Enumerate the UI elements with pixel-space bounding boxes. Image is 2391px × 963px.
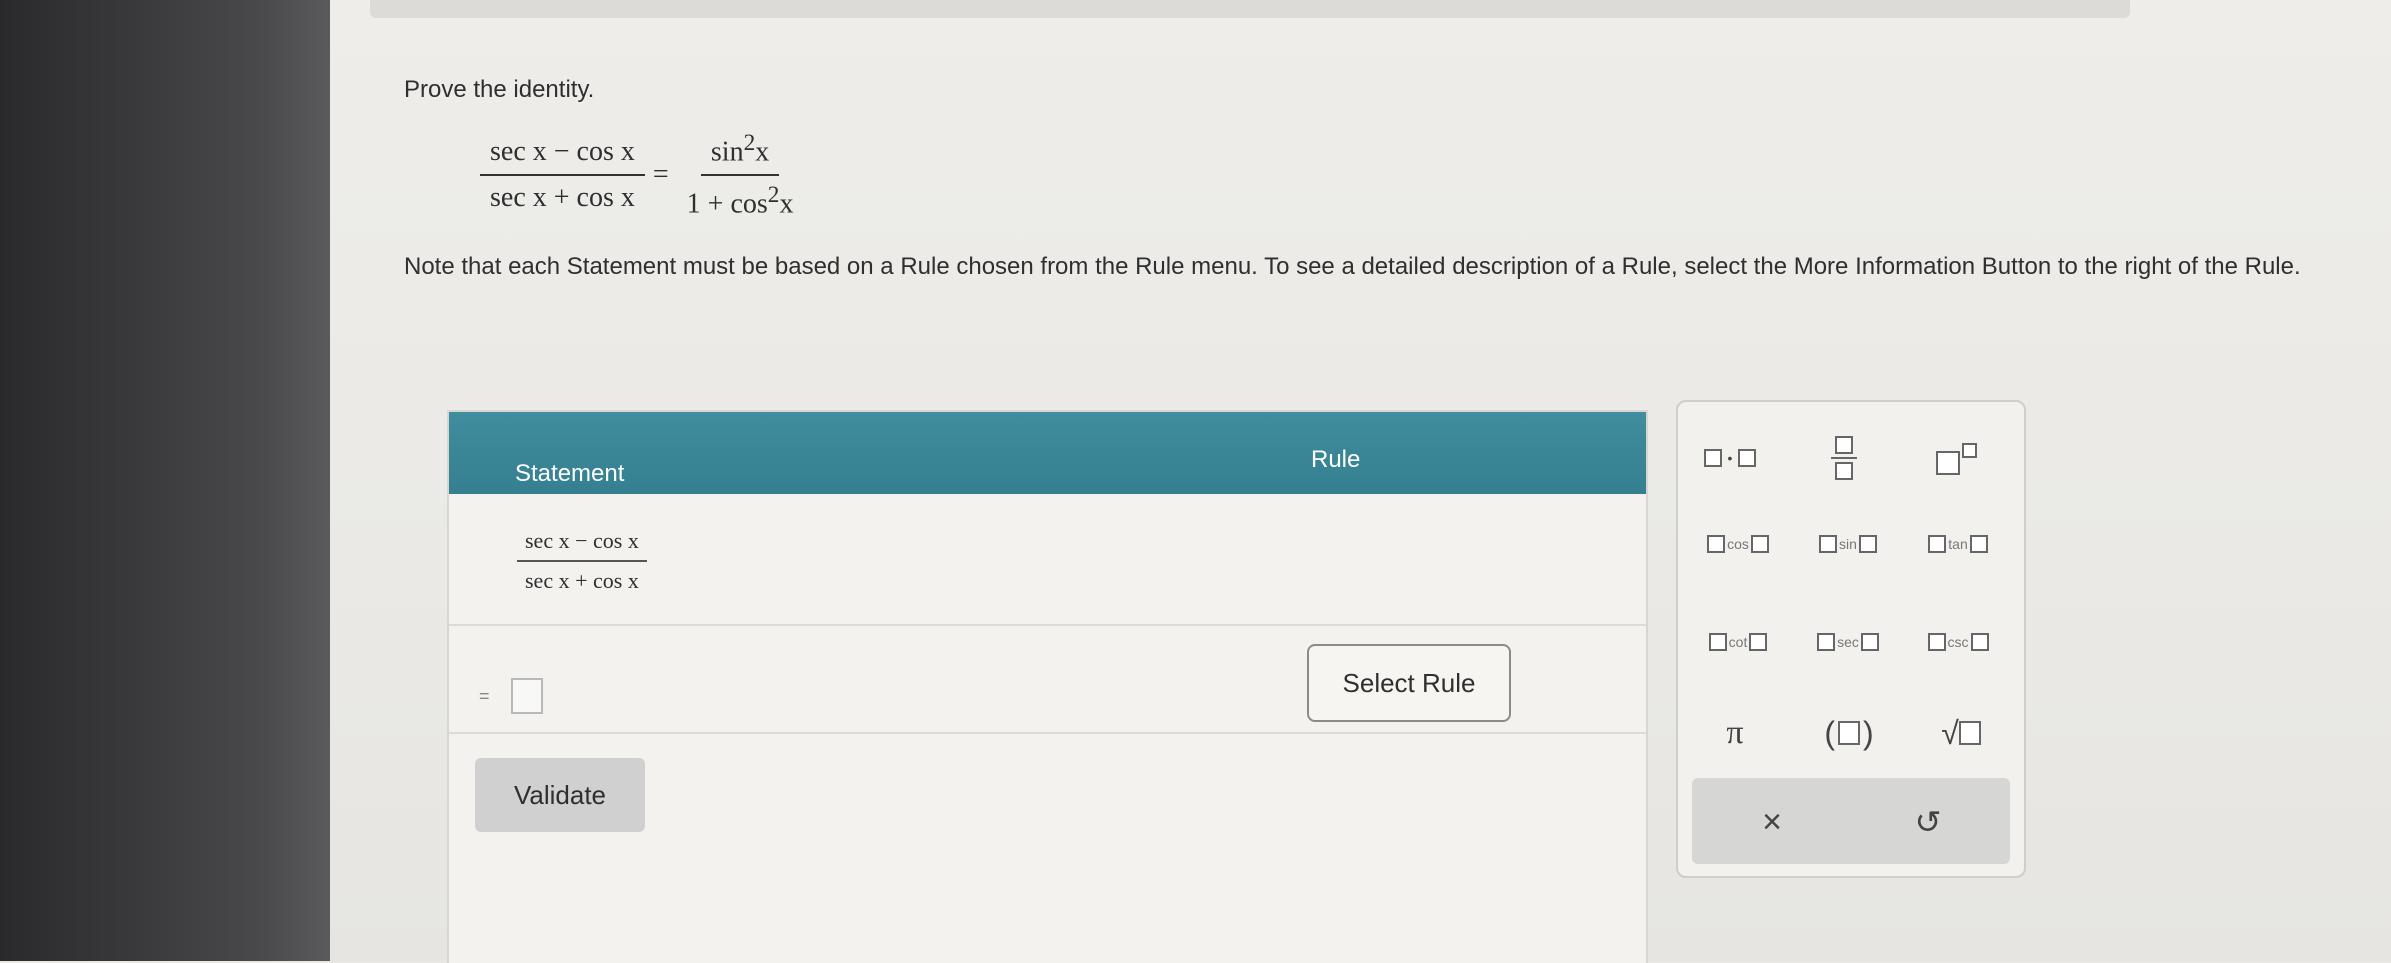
placeholder-box-icon <box>1969 535 1988 553</box>
cos-label: cos <box>1727 536 1749 552</box>
placeholder-box-icon <box>1860 633 1879 651</box>
placeholder-box-icon <box>1935 451 1960 475</box>
sin-button[interactable]: sin <box>1798 526 1898 562</box>
table-row: = Select Rule <box>449 624 1646 734</box>
instruction-note: Note that each Statement must be based o… <box>404 253 2301 280</box>
fraction-bar-icon <box>1831 457 1857 459</box>
placeholder-box-icon <box>1928 535 1947 553</box>
tan-label: tan <box>1948 536 1968 552</box>
lhs-fraction: sec x − cos x sec x + cos x <box>480 136 645 214</box>
row-equals: = <box>479 686 490 706</box>
rhs-denominator: 1 + cos2x <box>677 176 804 220</box>
statement-input[interactable] <box>511 678 543 714</box>
parentheses-button[interactable]: () <box>1814 708 1884 758</box>
placeholder-box-icon <box>1838 721 1860 745</box>
rhs-num-var: x <box>755 136 770 168</box>
placeholder-box-icon <box>1927 633 1946 651</box>
placeholder-box-icon <box>1819 535 1838 553</box>
palette-actions: × ↺ <box>1692 778 2010 864</box>
validate-button[interactable]: Validate <box>475 758 645 832</box>
placeholder-box-icon <box>1958 721 1981 745</box>
sec-label: sec <box>1837 634 1859 650</box>
dot-symbol: • <box>1727 450 1733 466</box>
statement-numerator: sec x − cos x <box>517 528 647 562</box>
placeholder-box-icon <box>1750 535 1769 553</box>
rhs-den-var: x <box>779 188 794 220</box>
rhs-fraction: sin2x 1 + cos2x <box>677 130 804 221</box>
placeholder-box-icon <box>1961 442 1977 458</box>
problem-prompt: Prove the identity. <box>404 76 595 103</box>
cot-button[interactable]: cot <box>1688 624 1788 660</box>
placeholder-box-icon <box>1703 449 1722 467</box>
rhs-num-exponent: 2 <box>743 130 756 156</box>
placeholder-box-icon <box>1817 633 1836 651</box>
paren-open: ( <box>1824 714 1835 751</box>
rhs-den-fn: 1 + cos <box>686 188 768 220</box>
statement-fraction: sec x − cos x sec x + cos x <box>517 528 647 594</box>
equals-sign: = <box>652 159 669 191</box>
placeholder-box-icon <box>1970 633 1989 651</box>
multiply-button[interactable]: • <box>1700 438 1760 478</box>
csc-label: csc <box>1947 634 1969 650</box>
fraction-button[interactable] <box>1814 428 1874 488</box>
sqrt-button[interactable]: √ <box>1926 708 1996 758</box>
csc-button[interactable]: csc <box>1908 624 2008 660</box>
table-row: sec x − cos x sec x + cos x <box>449 494 1646 626</box>
lhs-denominator: sec x + cos x <box>490 182 635 214</box>
statement-denominator: sec x + cos x <box>525 568 639 593</box>
undo-icon[interactable]: ↺ <box>1898 792 1958 852</box>
paren-close: ) <box>1863 714 1874 751</box>
math-palette: • cos sin tan cot sec csc π () √ × ↺ <box>1676 400 2026 878</box>
lhs-numerator: sec x − cos x <box>480 136 645 177</box>
select-rule-button[interactable]: Select Rule <box>1307 644 1511 722</box>
identity-equation: sec x − cos x sec x + cos x = sin2x 1 + … <box>480 130 803 221</box>
cot-label: cot <box>1728 634 1748 650</box>
placeholder-box-icon <box>1858 535 1877 553</box>
placeholder-box-icon <box>1749 633 1768 651</box>
sqrt-symbol: √ <box>1941 714 1959 751</box>
sin-label: sin <box>1839 536 1857 552</box>
placeholder-box-icon <box>1708 633 1727 651</box>
cos-button[interactable]: cos <box>1688 526 1788 562</box>
placeholder-box-icon <box>1738 449 1757 467</box>
close-icon[interactable]: × <box>1742 792 1802 852</box>
tan-button[interactable]: tan <box>1908 526 2008 562</box>
placeholder-box-icon <box>1707 535 1726 553</box>
table-header: Statement Rule <box>449 412 1646 494</box>
rhs-den-exponent: 2 <box>767 182 780 209</box>
header-statement: Statement <box>515 460 625 487</box>
device-bezel <box>0 0 330 961</box>
sec-button[interactable]: sec <box>1798 624 1898 660</box>
exponent-button[interactable] <box>1926 432 1986 482</box>
placeholder-box-icon <box>1835 436 1853 454</box>
rhs-num-fn: sin <box>710 136 744 168</box>
rhs-numerator: sin2x <box>700 130 780 177</box>
top-bar <box>370 0 2130 18</box>
header-rule: Rule <box>1311 446 1361 473</box>
proof-table: Statement Rule sec x − cos x sec x + cos… <box>447 410 1648 963</box>
placeholder-box-icon <box>1835 462 1853 480</box>
pi-button[interactable]: π <box>1700 708 1770 758</box>
